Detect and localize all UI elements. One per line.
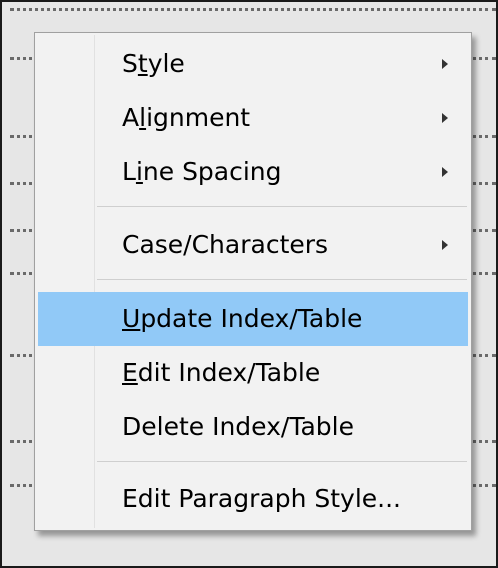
menu-item-label: Delete Index/Table xyxy=(122,412,354,441)
menu-item-edit-paragraph-style[interactable]: Edit Paragraph Style... xyxy=(38,472,468,526)
menu-item-label: Style xyxy=(122,49,185,78)
context-menu: Style Alignment Line Spacing Case/Charac… xyxy=(34,32,472,531)
menu-item-line-spacing[interactable]: Line Spacing xyxy=(38,145,468,199)
menu-item-alignment[interactable]: Alignment xyxy=(38,91,468,145)
submenu-arrow-icon xyxy=(442,113,448,123)
submenu-arrow-icon xyxy=(442,240,448,250)
submenu-arrow-icon xyxy=(442,59,448,69)
menu-separator xyxy=(97,206,467,207)
text-boundary-line xyxy=(10,8,496,11)
menu-item-label: Case/Characters xyxy=(122,230,329,259)
menu-item-case-characters[interactable]: Case/Characters xyxy=(38,218,468,272)
menu-separator xyxy=(97,279,467,280)
menu-item-label: Edit Index/Table xyxy=(122,358,321,387)
menu-item-label: Alignment xyxy=(122,103,251,132)
menu-item-label: Line Spacing xyxy=(122,157,282,186)
menu-item-label: Edit Paragraph Style... xyxy=(122,484,401,513)
menu-item-delete-index-table[interactable]: Delete Index/Table xyxy=(38,400,468,454)
menu-item-label: Update Index/Table xyxy=(122,304,363,333)
menu-item-update-index-table[interactable]: Update Index/Table xyxy=(38,292,468,346)
menu-item-edit-index-table[interactable]: Edit Index/Table xyxy=(38,346,468,400)
submenu-arrow-icon xyxy=(442,167,448,177)
menu-item-style[interactable]: Style xyxy=(38,37,468,91)
menu-separator xyxy=(97,461,467,462)
